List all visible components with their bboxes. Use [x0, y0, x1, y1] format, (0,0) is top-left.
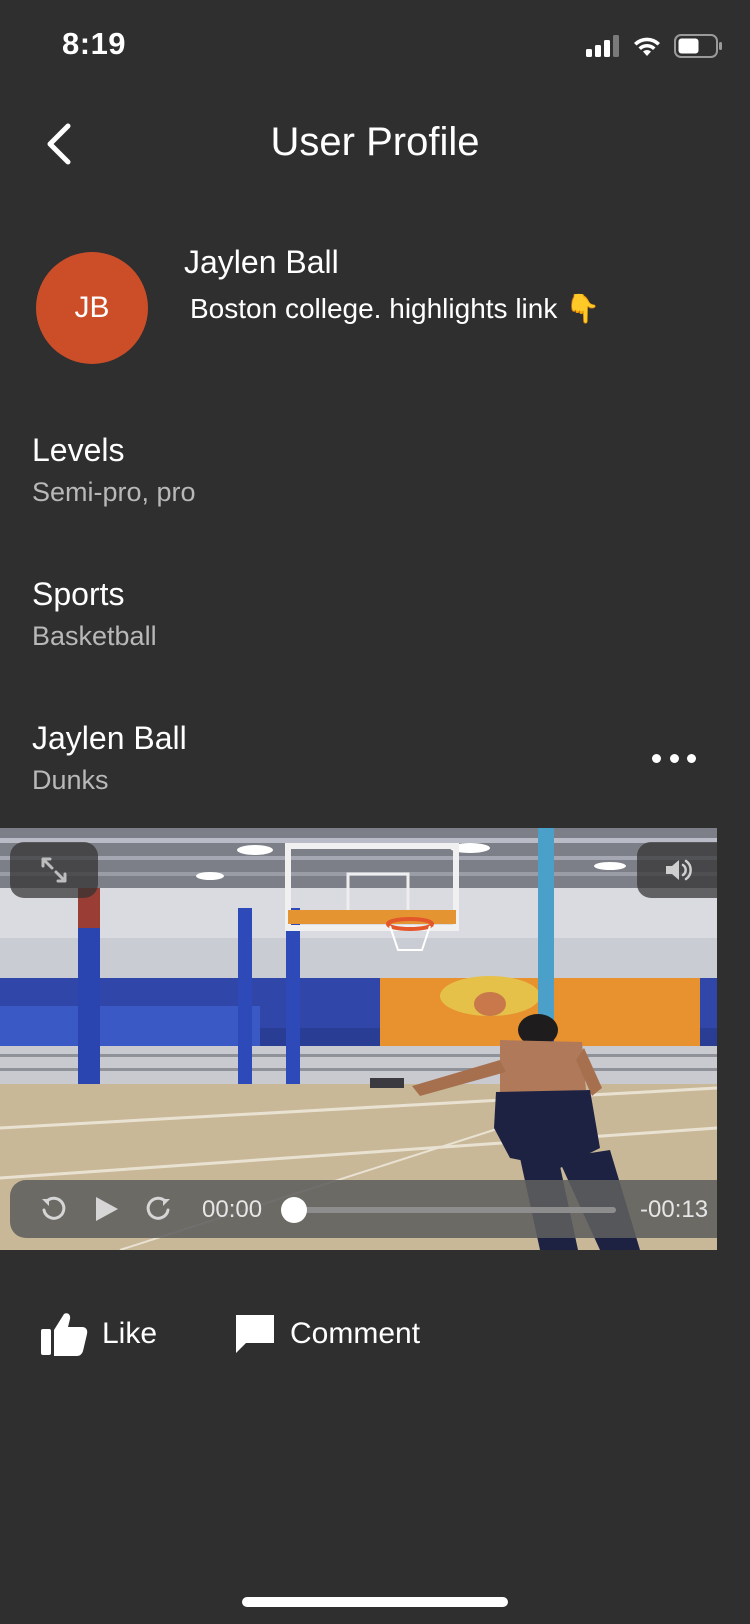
video-controls: 00:00 -00:13 — [10, 1180, 717, 1238]
comment-button[interactable]: Comment — [234, 1308, 420, 1360]
sports-label: Sports — [32, 576, 125, 612]
more-dot-icon — [669, 753, 679, 763]
status-time: 8:19 — [62, 26, 127, 61]
levels-label: Levels — [32, 432, 125, 468]
forward-button[interactable] — [142, 1192, 176, 1226]
cellular-signal-icon — [586, 35, 619, 57]
levels-section: Levels Semi-pro, pro — [32, 432, 718, 508]
home-indicator[interactable] — [242, 1597, 508, 1607]
comment-icon — [236, 1315, 274, 1353]
wifi-icon — [634, 37, 660, 56]
video-scrubber[interactable] — [281, 1197, 616, 1223]
post-caption: Dunks — [32, 765, 109, 795]
post-header: Jaylen Ball Dunks — [32, 720, 718, 796]
sports-value: Basketball — [32, 621, 157, 651]
status-icons — [586, 32, 722, 60]
more-dot-icon — [687, 753, 696, 763]
scrubber-handle[interactable] — [281, 1197, 307, 1223]
comment-label: Comment — [290, 1317, 421, 1350]
post-author: Jaylen Ball — [32, 720, 187, 756]
rewind-button[interactable] — [36, 1192, 70, 1226]
speaker-icon — [666, 859, 692, 881]
like-button[interactable]: Like — [40, 1308, 157, 1360]
like-label: Like — [102, 1317, 158, 1350]
page-title: User Profile — [270, 120, 480, 164]
video-time-remaining: -00:13 — [640, 1196, 709, 1223]
avatar-initials: JB — [74, 291, 110, 324]
levels-value: Semi-pro, pro — [32, 477, 196, 507]
post-actions: Like Comment — [0, 1300, 750, 1370]
play-button[interactable] — [90, 1192, 124, 1226]
thumbs-up-icon — [41, 1313, 88, 1356]
expand-icon — [41, 857, 67, 883]
fullscreen-button[interactable] — [10, 842, 98, 898]
profile-name: Jaylen Ball — [184, 244, 339, 280]
volume-button[interactable] — [637, 842, 717, 898]
profile-bio: Boston college. highlights link 👇 — [190, 293, 600, 324]
rewind-icon — [42, 1196, 66, 1220]
avatar: JB — [36, 252, 148, 364]
play-icon — [96, 1197, 118, 1221]
navigation-bar: User Profile — [0, 100, 750, 190]
video-player[interactable]: 00:00 -00:13 — [0, 828, 717, 1250]
profile-header: JB Jaylen Ball Boston college. highlight… — [0, 240, 750, 370]
fast-forward-icon — [146, 1196, 170, 1220]
more-options-button[interactable] — [652, 748, 696, 768]
battery-icon — [674, 34, 722, 58]
more-dot-icon — [652, 753, 661, 763]
user-profile-screen: 8:19 User Profile JB Jaylen Ball Boston … — [0, 0, 750, 1624]
video-time-current: 00:00 — [202, 1196, 263, 1223]
sports-section: Sports Basketball — [32, 576, 718, 652]
status-bar: 8:19 — [0, 0, 750, 90]
